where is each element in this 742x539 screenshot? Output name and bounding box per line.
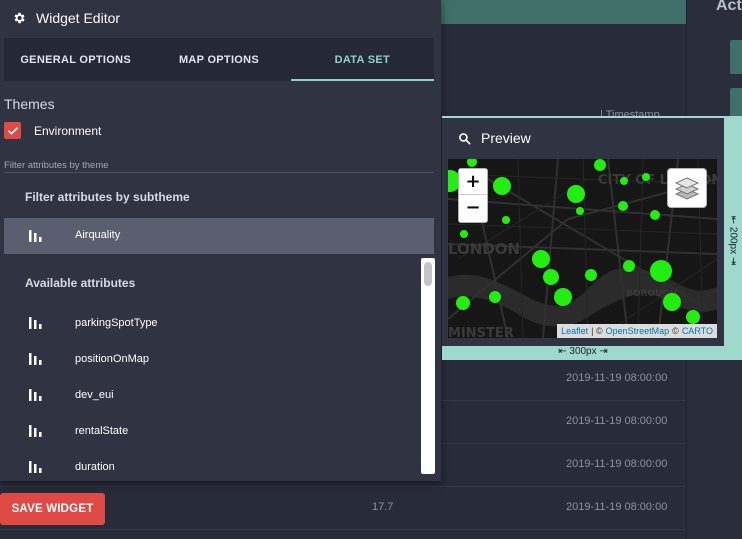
bar-chart-icon <box>29 230 42 242</box>
map-marker[interactable] <box>543 269 559 285</box>
save-widget-button[interactable]: SAVE WIDGET <box>0 493 105 525</box>
widget-editor-title: Widget Editor <box>36 10 121 26</box>
attribute-item-label: duration <box>75 461 115 473</box>
map-marker[interactable] <box>686 310 700 324</box>
map-marker[interactable] <box>585 269 597 281</box>
layers-icon <box>674 177 700 200</box>
widget-editor-panel: Widget Editor GENERAL OPTIONS MAP OPTION… <box>0 0 441 481</box>
map-marker[interactable] <box>663 293 681 311</box>
attribution-separator: | © <box>591 326 603 336</box>
map-attribution: Leaflet | © OpenStreetMap © CARTO <box>557 324 717 338</box>
background-header-strip <box>440 0 686 24</box>
subtheme-item-airquality[interactable]: Airquality <box>4 218 434 254</box>
preview-panel: Preview CITY OF LONDON LONDON BOROUGH MI… <box>442 118 724 346</box>
carto-link[interactable]: CARTO <box>682 326 713 336</box>
map-marker[interactable] <box>623 260 635 272</box>
map-marker[interactable] <box>554 288 572 306</box>
map-marker[interactable] <box>493 177 511 195</box>
divider <box>4 172 434 173</box>
map-marker[interactable] <box>489 291 501 303</box>
attribute-item-positiononmap[interactable]: positionOnMap <box>4 341 422 377</box>
bar-chart-icon <box>29 461 42 473</box>
available-attributes-list: parkingSpotType positionOnMap dev_eui re… <box>4 305 422 476</box>
table-cell-value: 17.7 <box>372 501 394 513</box>
map-marker[interactable] <box>594 159 606 171</box>
map-label-london: LONDON <box>448 240 520 258</box>
tab-general-options[interactable]: GENERAL OPTIONS <box>4 38 147 81</box>
background-side-title: Act <box>716 0 742 14</box>
preview-resize-frame[interactable]: Preview CITY OF LONDON LONDON BOROUGH MI… <box>442 116 742 360</box>
attribute-item-label: dev_eui <box>75 389 114 401</box>
preview-header: Preview <box>458 130 531 146</box>
filter-by-theme-label: Filter attributes by theme <box>4 160 109 171</box>
environment-checkbox-label[interactable]: Environment <box>34 124 101 138</box>
attribute-item-rentalstate[interactable]: rentalState <box>4 413 422 449</box>
attribute-item-label: positionOnMap <box>75 353 149 365</box>
zoom-in-button[interactable]: + <box>459 169 487 195</box>
bar-chart-icon <box>29 353 42 365</box>
attribute-item-parkingspottype[interactable]: parkingSpotType <box>4 305 422 341</box>
height-label: ⇤ 200px ⇥ <box>727 215 739 265</box>
editor-tabs: GENERAL OPTIONS MAP OPTIONS DATA SET <box>4 38 435 81</box>
layers-button[interactable] <box>667 168 707 208</box>
search-icon <box>459 132 471 144</box>
tab-data-set[interactable]: DATA SET <box>290 38 435 81</box>
bar-chart-icon <box>29 317 42 329</box>
themes-heading: Themes <box>4 96 55 112</box>
map-marker[interactable] <box>642 173 650 181</box>
widget-editor-header: Widget Editor <box>12 9 120 27</box>
height-resize-handle[interactable]: ⇤ 200px ⇥ <box>726 210 740 270</box>
table-cell-timestamp: 2019-11-19 08:00:00 <box>566 415 668 427</box>
table-cell-timestamp: 2019-11-19 08:00:00 <box>566 458 668 470</box>
table-cell-timestamp: 2019-11-19 08:00:00 <box>566 372 668 384</box>
attribute-item-label: parkingSpotType <box>75 317 158 329</box>
attribution-separator: © <box>672 326 679 336</box>
bar-chart-icon <box>29 425 42 437</box>
table-cell-timestamp: 2019-11-19 08:00:00 <box>566 501 668 513</box>
scrollbar-thumb[interactable] <box>424 262 432 286</box>
subtheme-item-label: Airquality <box>75 229 121 241</box>
map-marker[interactable] <box>502 216 510 224</box>
preview-title: Preview <box>481 130 531 146</box>
openstreetmap-link[interactable]: OpenStreetMap <box>606 326 670 336</box>
attribute-item-duration[interactable]: duration <box>4 449 422 476</box>
width-label: ⇤ 300px ⇥ <box>558 346 608 357</box>
map-marker[interactable] <box>567 185 585 203</box>
map-marker[interactable] <box>532 250 550 268</box>
map-marker[interactable] <box>650 260 672 282</box>
map-label-minster: MINSTER <box>448 326 514 338</box>
background-side-button[interactable] <box>730 40 742 74</box>
map-marker[interactable] <box>650 210 660 220</box>
tab-map-options[interactable]: MAP OPTIONS <box>147 38 290 81</box>
map-marker[interactable] <box>620 177 628 185</box>
map-marker[interactable] <box>460 230 468 238</box>
attributes-scrollbar[interactable] <box>421 258 435 474</box>
map-view[interactable]: CITY OF LONDON LONDON BOROUGH MINSTER + … <box>448 159 717 338</box>
zoom-out-button[interactable]: − <box>459 195 487 221</box>
environment-checkbox[interactable] <box>4 122 21 139</box>
map-marker[interactable] <box>576 207 584 215</box>
map-marker[interactable] <box>618 201 628 211</box>
zoom-control: + − <box>458 168 488 223</box>
attribute-item-dev-eui[interactable]: dev_eui <box>4 377 422 413</box>
leaflet-link[interactable]: Leaflet <box>561 326 588 336</box>
gear-icon <box>14 12 25 24</box>
attribute-item-label: rentalState <box>75 425 129 437</box>
map-marker[interactable] <box>456 296 470 310</box>
bar-chart-icon <box>29 389 42 401</box>
available-attributes-heading: Available attributes <box>25 276 136 290</box>
checkmark-icon <box>7 126 18 135</box>
subtheme-heading: Filter attributes by subtheme <box>25 190 190 204</box>
